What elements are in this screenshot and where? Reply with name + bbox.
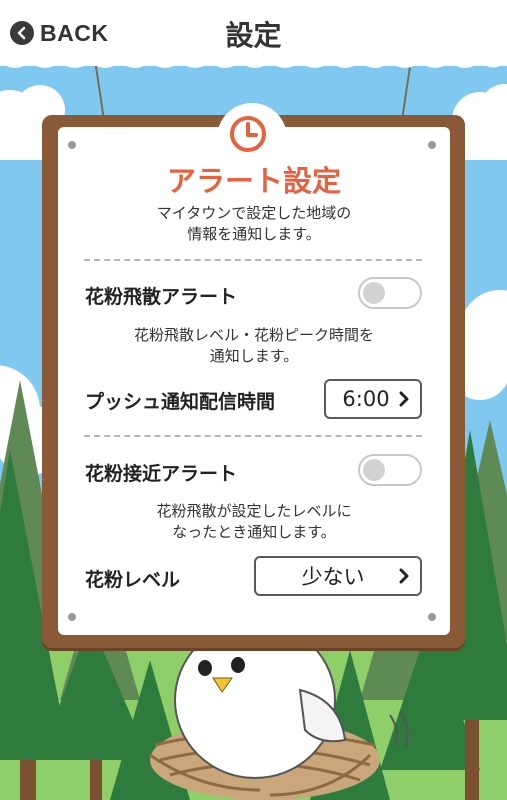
chevron-right-icon	[399, 568, 409, 584]
push-time-select[interactable]: 6:00	[324, 379, 422, 419]
toggle-knob	[363, 459, 385, 481]
pollen-alert-description: 花粉飛散レベル・花粉ピーク時間を 通知します。	[133, 326, 374, 365]
toggle-knob	[363, 282, 385, 304]
board-rivet	[428, 141, 436, 149]
pollen-alert-label: 花粉飛散アラート	[85, 286, 238, 308]
board-rivet	[428, 613, 436, 621]
board-rivet	[68, 141, 76, 149]
approach-alert-description: 花粉飛散が設定したレベルに なったとき通知します。	[156, 502, 352, 541]
pollen-alert-toggle[interactable]	[358, 277, 422, 309]
page-title: 設定	[225, 19, 282, 52]
section-divider	[84, 435, 422, 437]
pollen-level-value: 少ない	[301, 565, 365, 589]
chevron-right-icon	[399, 391, 409, 407]
clock-icon	[230, 116, 266, 152]
push-time-value: 6:00	[342, 387, 390, 411]
approach-alert-label: 花粉接近アラート	[85, 463, 238, 485]
push-time-label: プッシュ通知配信時間	[85, 391, 276, 413]
board-rivet	[68, 613, 76, 621]
alert-settings-description: マイタウンで設定した地域の 情報を通知します。	[156, 204, 352, 243]
section-divider	[84, 259, 422, 261]
pollen-level-label: 花粉レベル	[85, 569, 181, 591]
approach-alert-toggle[interactable]	[358, 454, 422, 486]
pollen-level-select[interactable]: 少ない	[254, 556, 422, 596]
alert-settings-title: アラート設定	[166, 164, 341, 198]
